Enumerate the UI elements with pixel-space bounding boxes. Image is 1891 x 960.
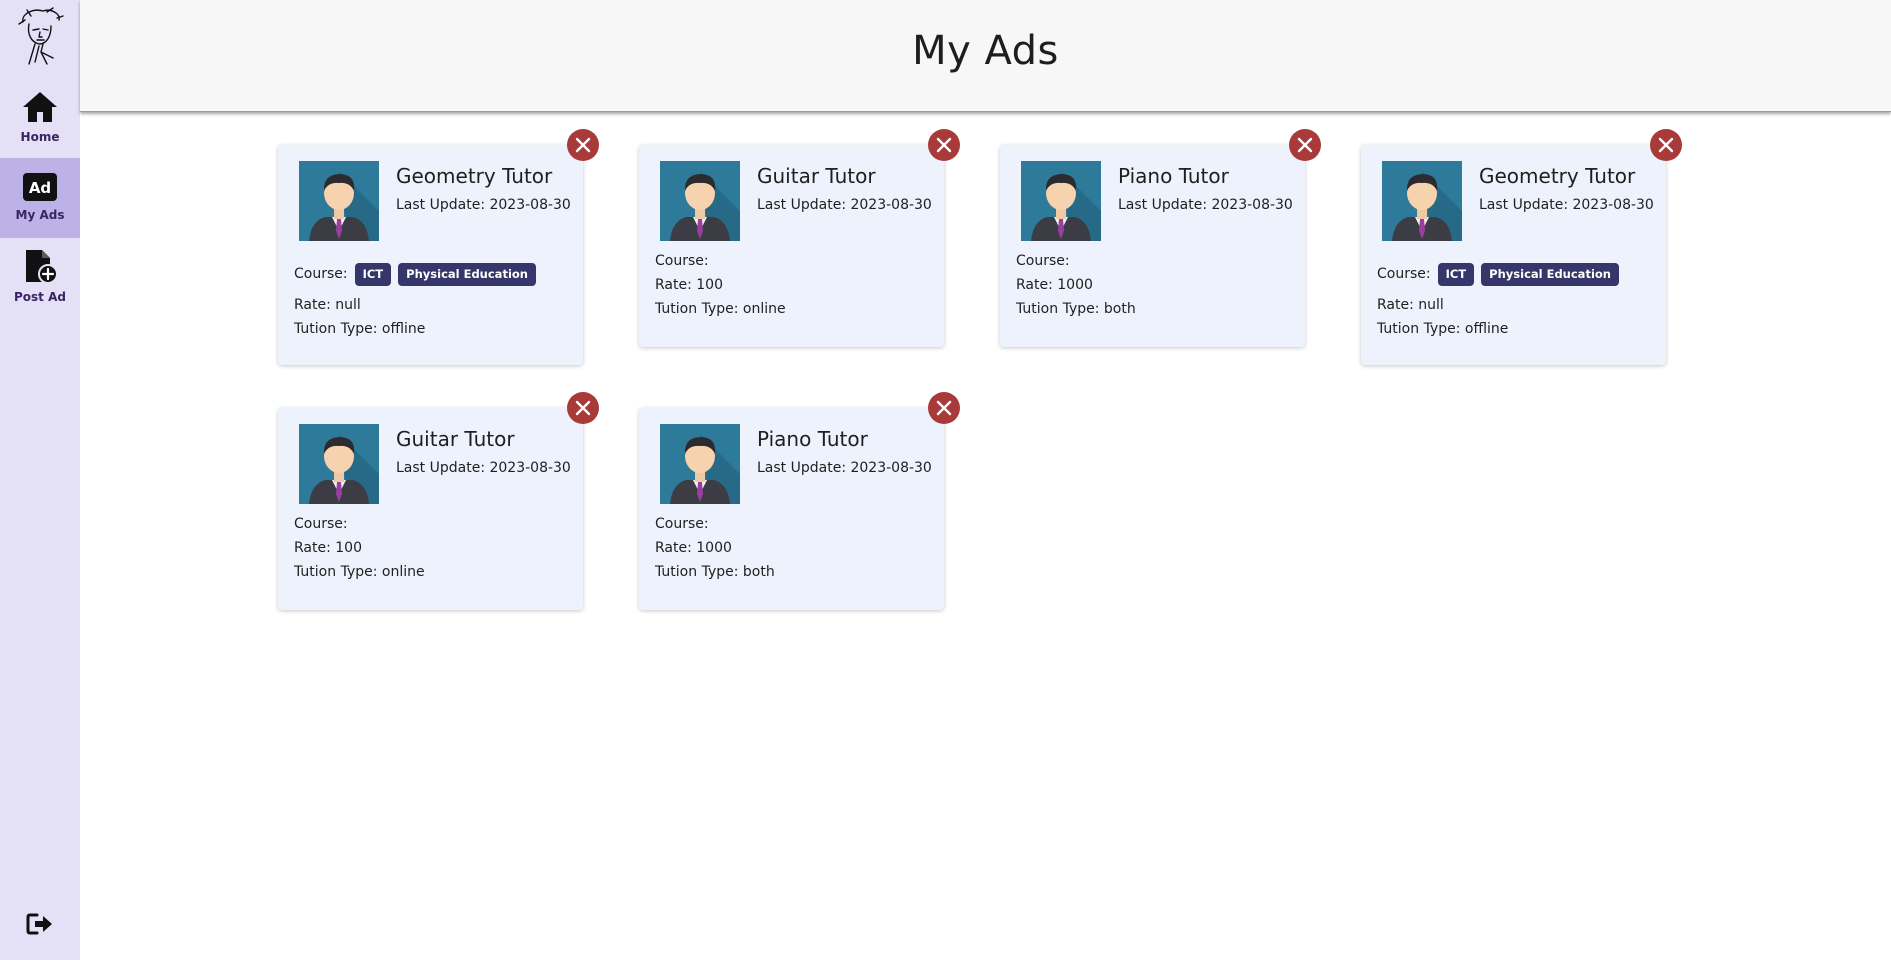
ad-card: Guitar Tutor Last Update: 2023-08-30 Cou… [639,129,960,347]
avatar [1021,161,1101,241]
avatar [299,424,379,504]
avatar [299,161,379,241]
ad-course-row: Course: ICT Physical Education [1377,257,1654,291]
delete-ad-button[interactable] [1289,129,1321,161]
course-label: Course: [294,266,348,282]
ad-last-update: Last Update: 2023-08-30 [396,460,571,476]
ad-rate: Rate: 100 [655,277,723,293]
avatar [660,424,740,504]
ad-course-row: Course: [655,516,709,532]
course-label: Course: [1377,266,1431,282]
course-chip: ICT [354,262,392,286]
course-chip: ICT [1437,262,1475,286]
ad-icon: Ad [23,173,57,201]
ad-title: Piano Tutor [1118,164,1229,188]
svg-text:Ad: Ad [29,179,51,197]
delete-ad-button[interactable] [1650,129,1682,161]
course-chip: Physical Education [398,262,536,286]
ad-rate: Rate: 1000 [655,540,732,556]
sidebar-item-label: My Ads [15,208,65,222]
close-icon [936,400,952,416]
post-ad-icon [26,250,58,284]
ad-rate: Rate: null [294,297,361,313]
sidebar-item-label: Home [20,130,60,144]
ad-card: Guitar Tutor Last Update: 2023-08-30 Cou… [278,392,599,610]
logout-icon[interactable] [26,912,54,936]
delete-ad-button[interactable] [928,392,960,424]
delete-ad-button[interactable] [567,392,599,424]
course-chip: Physical Education [1481,262,1619,286]
ad-tution-type: Tution Type: online [655,301,786,317]
ad-title: Geometry Tutor [396,164,553,188]
ad-card: Piano Tutor Last Update: 2023-08-30 Cour… [639,392,960,610]
home-icon [23,92,57,122]
close-icon [575,400,591,416]
ad-course-row: Course: [655,253,709,269]
ad-tution-type: Tution Type: both [1016,301,1136,317]
ad-last-update: Last Update: 2023-08-30 [1479,197,1654,213]
page-header: My Ads [80,0,1891,112]
delete-ad-button[interactable] [567,129,599,161]
sidebar-item-label: Post Ad [14,290,66,304]
ad-tution-type: Tution Type: online [294,564,425,580]
avatar [1382,161,1462,241]
ad-course-row: Course: ICT Physical Education [294,257,571,291]
delete-ad-button[interactable] [928,129,960,161]
ad-course-row: Course: [294,516,348,532]
ad-tution-type: Tution Type: both [655,564,775,580]
ad-last-update: Last Update: 2023-08-30 [396,197,571,213]
logo-icon [18,7,64,65]
ad-title: Piano Tutor [757,427,868,451]
sidebar-item-home[interactable]: Home [0,80,80,160]
ad-tution-type: Tution Type: offline [294,321,426,337]
sidebar-item-my-ads[interactable]: Ad My Ads [0,158,80,238]
ad-title: Guitar Tutor [396,427,515,451]
close-icon [1658,137,1674,153]
ad-card: Piano Tutor Last Update: 2023-08-30 Cour… [1000,129,1321,347]
ad-title: Geometry Tutor [1479,164,1636,188]
ad-rate: Rate: 1000 [1016,277,1093,293]
close-icon [936,137,952,153]
ad-tution-type: Tution Type: offline [1377,321,1509,337]
ad-rate: Rate: null [1377,297,1444,313]
ad-course-row: Course: [1016,253,1070,269]
avatar [660,161,740,241]
ad-last-update: Last Update: 2023-08-30 [757,460,932,476]
ad-card: Geometry Tutor Last Update: 2023-08-30 C… [1361,129,1682,365]
close-icon [575,137,591,153]
ad-title: Guitar Tutor [757,164,876,188]
sidebar: Home Ad My Ads Post Ad [0,0,80,960]
ad-last-update: Last Update: 2023-08-30 [1118,197,1293,213]
ad-card: Geometry Tutor Last Update: 2023-08-30 C… [278,129,599,365]
ad-rate: Rate: 100 [294,540,362,556]
close-icon [1297,137,1313,153]
sidebar-item-post-ad[interactable]: Post Ad [0,238,80,318]
ad-last-update: Last Update: 2023-08-30 [757,197,932,213]
page-title: My Ads [912,28,1059,74]
